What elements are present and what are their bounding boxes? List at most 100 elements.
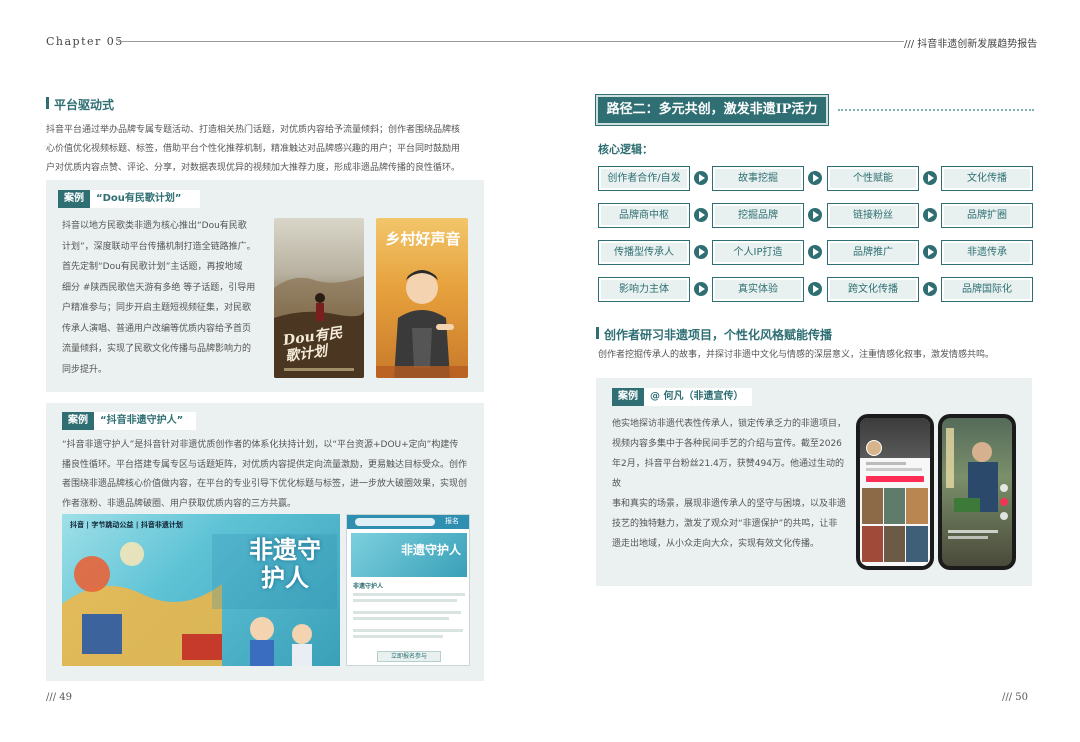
arrow-right-icon <box>923 208 937 222</box>
banner-title: 非遗守护人 <box>249 535 321 592</box>
section-description: 创作者挖掘传承人的故事，并探讨非遗中文化与情感的深层意义，注重情感化叙事，激发情… <box>598 350 995 360</box>
case1-description: 抖音以地方民歌类非遗为核心推出“Dou有民歌 计划”，深度联动平台传播机制打造全… <box>62 216 266 380</box>
phone-video-screenshot <box>938 414 1016 570</box>
app-search-input[interactable] <box>355 518 435 526</box>
arrow-right-icon <box>923 171 937 185</box>
video-thumbnail[interactable] <box>884 526 905 562</box>
core-logic-title: 核心逻辑： <box>598 143 653 156</box>
page-number-left: /// 49 <box>46 692 73 703</box>
app-topbar: 报名 <box>347 515 469 529</box>
arrow-right-icon <box>808 208 822 222</box>
case-badge: 案例 <box>612 388 644 406</box>
logic-cell: 品牌扩圈 <box>941 203 1033 228</box>
arrow-right-icon <box>808 282 822 296</box>
logic-cell: 非遗传承 <box>941 240 1033 265</box>
profile-text-line <box>866 462 906 465</box>
logic-cell: 传播型传承人 <box>598 240 690 265</box>
video-thumbnail[interactable] <box>906 526 928 562</box>
video-thumbnail[interactable] <box>884 488 905 524</box>
poster-village-voice: 乡村好声音 <box>376 218 468 378</box>
phone-profile-screenshot <box>856 414 934 570</box>
logic-cell: 故事挖掘 <box>712 166 804 191</box>
intro-line: 抖音平台通过举办品牌专属专题活动、打造相关热门话题，对优质内容给予流量倾斜；创作… <box>46 125 461 135</box>
page-number-right: /// 50 <box>1002 692 1029 703</box>
arrow-right-icon <box>923 282 937 296</box>
arrow-right-icon <box>694 282 708 296</box>
case2-line: 播良性循环。平台搭建专属专区与话题矩阵，对优质内容提供定向流量激励，更易触达目标… <box>62 459 468 470</box>
case1-line: 传承人演唱、普通用户改编等优质内容给予首页 <box>62 323 252 334</box>
case-line: 年2月，抖音平台粉丝21.4万，获赞494万。他通过生动的故 <box>612 459 844 489</box>
phone-screen <box>942 418 1012 566</box>
case1-line: 同步提升。 <box>62 364 108 375</box>
app-screenshot: 报名 非遗守护人 非遗守护人 立即报名参与 <box>346 514 470 666</box>
intro-paragraph: 抖音平台通过举办品牌专属专题活动、打造相关热门话题，对优质内容给予流量倾斜；创作… <box>46 121 486 178</box>
app-text-line <box>353 599 457 602</box>
app-banner: 非遗守护人 <box>351 533 467 577</box>
case-badge: 案例 <box>58 190 90 208</box>
section-marker <box>596 327 599 339</box>
app-signup-button[interactable]: 报名 <box>445 516 459 526</box>
logic-cell: 品牌商中枢 <box>598 203 690 228</box>
poster-dou-folk-songs: Dou有民歌计划 <box>274 218 364 378</box>
logic-cell: 文化传播 <box>941 166 1033 191</box>
header-divider <box>118 41 904 42</box>
video-thumbnail[interactable] <box>906 488 928 524</box>
logic-cell: 品牌国际化 <box>941 277 1033 302</box>
video-thumbnail[interactable] <box>862 526 883 562</box>
case1-line: 流量倾斜，实现了民歌文化传播与品牌影响力的 <box>62 344 252 354</box>
logic-cell: 链接粉丝 <box>827 203 919 228</box>
poster-singer-illustration <box>376 270 468 378</box>
follow-button[interactable] <box>866 476 924 482</box>
profile-text-line <box>866 468 922 471</box>
logic-cell: 创作者合作/自发 <box>598 166 690 191</box>
case2-line: 者围绕非遗品牌核心价值做内容，在平台的专业引导下优化标题与标签，进一步放大破圈效… <box>62 479 468 489</box>
case-line: 技艺的独特魅力，激发了观众对“非遗保护”的共鸣，让非 <box>612 519 838 529</box>
app-text-line <box>353 629 463 632</box>
section-marker <box>46 97 49 109</box>
logic-cell: 个性赋能 <box>827 166 919 191</box>
case-name: “抖音非遗守护人” <box>100 415 184 426</box>
app-text-line <box>353 593 465 596</box>
case2-line: 作者涨粉、非遗品牌破圈、用户获取优质内容的三方共赢。 <box>62 498 297 509</box>
poster-title: 乡村好声音 <box>385 230 461 248</box>
logic-cell: 个人IP打造 <box>712 240 804 265</box>
section-title-creators: 创作者研习非遗项目，个性化风格赋能传播 <box>604 328 833 342</box>
arrow-right-icon <box>923 245 937 259</box>
logic-cell: 品牌推广 <box>827 240 919 265</box>
case1-line: 抖音以地方民歌类非遗为核心推出“Dou有民歌 <box>62 221 247 231</box>
app-banner-title: 非遗守护人 <box>401 543 462 557</box>
case-name: @ 何凡（非遗宣传） <box>650 391 744 402</box>
video-thumbnail[interactable] <box>862 488 883 524</box>
arrow-right-icon <box>808 171 822 185</box>
section-title-platform: 平台驱动式 <box>54 98 115 112</box>
arrow-right-icon <box>694 208 708 222</box>
case-hefan-description: 他实地探访非遗代表性传承人，锁定传承乏力的非遗项目， 视频内容多集中于各种民间手… <box>612 414 850 554</box>
arrow-right-icon <box>694 245 708 259</box>
case-name: “Dou有民歌计划” <box>96 193 182 204</box>
app-signup-cta[interactable]: 立即报名参与 <box>377 651 441 662</box>
phone-screen <box>860 418 930 566</box>
case2-description: “抖音非遗守护人”是抖音针对非遗优质创作者的体系化扶持计划，以“平台资源+DOU… <box>62 436 478 514</box>
case1-line: 细分 #陕西民歌信天游有多绝 等子话题，引导用 <box>62 282 256 293</box>
app-section-title: 非遗守护人 <box>353 583 384 590</box>
report-title: /// 抖音非遗创新发展趋势报告 <box>904 39 1038 50</box>
arrow-right-icon <box>694 171 708 185</box>
logic-cell: 跨文化传播 <box>827 277 919 302</box>
intro-line: 心价值优化视频标题、标签，借助平台个性化推荐机制，精准触达对品牌感兴趣的用户；平… <box>46 144 461 154</box>
path-two-banner: 路径二：多元共创，激发非遗IP活力 <box>595 94 829 126</box>
case-badge: 案例 <box>62 412 94 430</box>
case1-line: 首先定制“Dou有民歌计划”主话题，再按地域 <box>62 262 243 272</box>
app-text-line <box>353 611 461 614</box>
video-frame-illustration <box>946 428 1008 539</box>
arrow-right-icon <box>808 245 822 259</box>
logic-cell: 真实体验 <box>712 277 804 302</box>
app-text-line <box>353 617 449 620</box>
case-line: 事和真实的场景，展现非遗传承人的坚守与困境，以及非遗 <box>612 499 847 509</box>
app-text-line <box>353 635 443 638</box>
avatar <box>866 440 882 456</box>
intro-line: 户对优质内容点赞、评论、分享，对数据表现优异的视频加大推荐力度，形成非遗品牌传播… <box>46 163 461 173</box>
case1-line: 计划”，深度联动平台传播机制打造全链路推广。 <box>62 241 256 252</box>
logic-cell: 影响力主体 <box>598 277 690 302</box>
path-dotted-line <box>838 109 1034 111</box>
chapter-label: Chapter 05 <box>46 35 124 48</box>
